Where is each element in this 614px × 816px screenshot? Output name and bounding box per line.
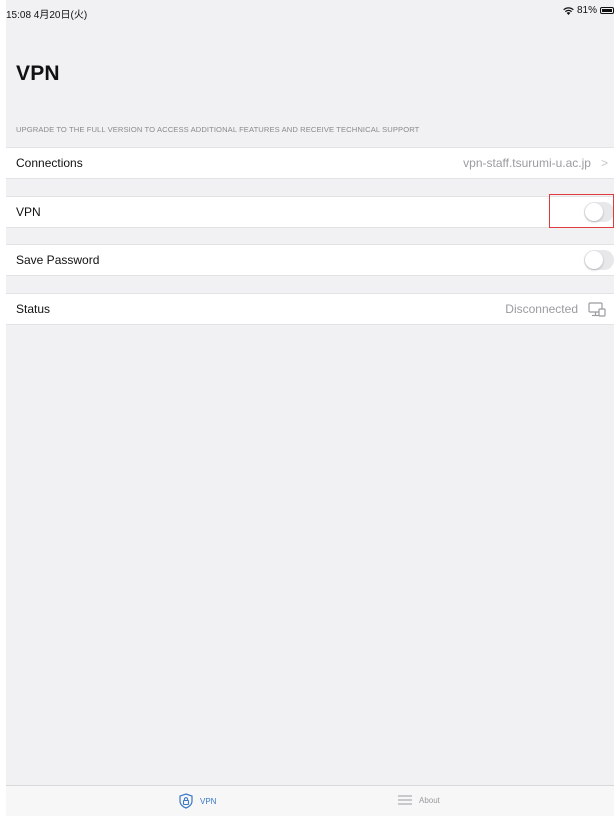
tab-about[interactable]: About xyxy=(397,793,440,807)
page-title: VPN xyxy=(16,62,60,85)
status-row: Status Disconnected xyxy=(6,293,614,325)
save-password-toggle[interactable] xyxy=(584,250,614,270)
wifi-icon xyxy=(563,6,574,15)
connections-value: vpn-staff.tsurumi-u.ac.jp xyxy=(463,156,591,170)
save-password-row: Save Password xyxy=(6,244,614,276)
save-password-label: Save Password xyxy=(16,253,100,267)
connections-row[interactable]: Connections vpn-staff.tsurumi-u.ac.jp > xyxy=(6,147,614,179)
tab-bar: VPN About xyxy=(6,785,614,816)
battery-percent: 81% xyxy=(576,5,597,16)
tab-vpn[interactable]: VPN xyxy=(178,793,216,809)
tab-vpn-label: VPN xyxy=(200,796,217,806)
vpn-row: VPN xyxy=(6,194,614,228)
upgrade-notice[interactable]: UPGRADE TO THE FULL VERSION TO ACCESS AD… xyxy=(16,125,419,134)
chevron-right-icon: > xyxy=(600,156,608,170)
battery-icon xyxy=(600,7,614,14)
lock-shield-icon xyxy=(178,793,194,809)
vpn-label: VPN xyxy=(16,205,41,219)
save-password-toggle-knob xyxy=(585,251,603,269)
status-time: 15:08 4月20日(火) xyxy=(6,10,88,21)
connections-label: Connections xyxy=(16,156,83,170)
tab-about-label: About xyxy=(419,795,440,805)
status-value: Disconnected xyxy=(505,302,578,316)
status-label: Status xyxy=(16,302,51,316)
status-bar: 15:08 4月20日(火) 81% xyxy=(6,0,614,22)
list-icon xyxy=(397,793,413,807)
vpn-toggle-highlight xyxy=(549,194,614,228)
status-indicators: 81% xyxy=(563,5,614,16)
app-screen: 15:08 4月20日(火) 81% VPN UPGRADE TO THE FU… xyxy=(6,0,614,816)
monitor-icon xyxy=(588,302,606,320)
